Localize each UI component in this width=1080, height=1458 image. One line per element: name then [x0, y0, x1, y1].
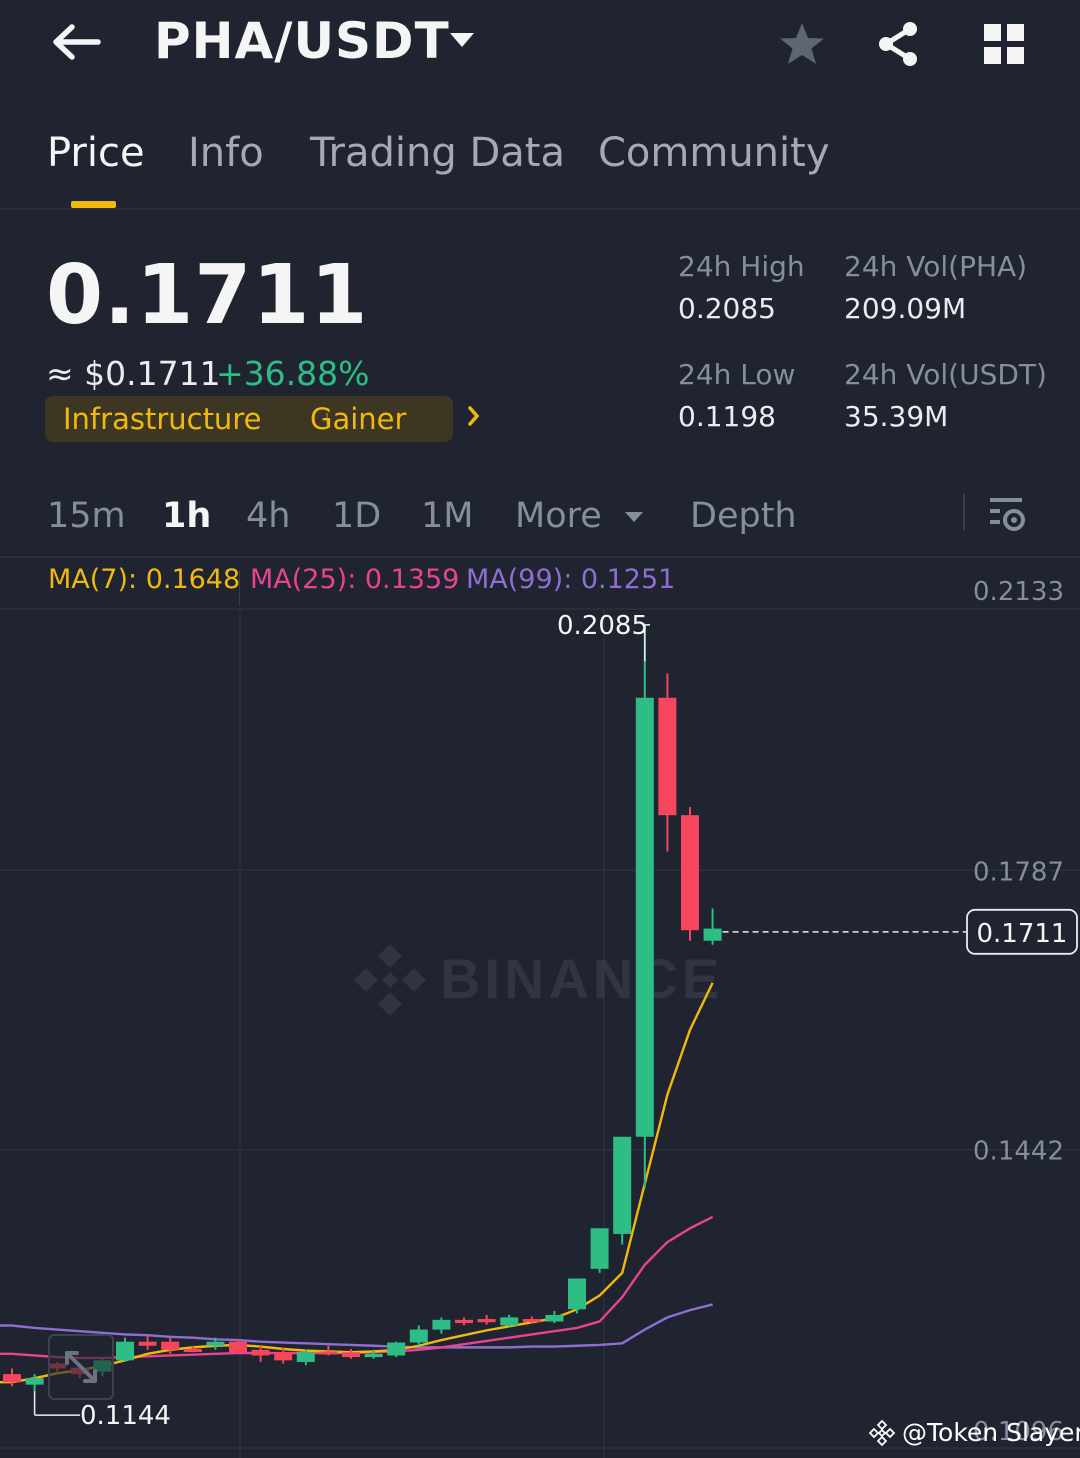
candle-body: [613, 1136, 632, 1234]
candle-body: [681, 815, 699, 931]
back-arrow-icon[interactable]: [46, 16, 106, 68]
y-tick-label: 0.1442: [973, 1137, 1064, 1167]
chevron-right-icon[interactable]: [466, 403, 482, 436]
high-marker-label: 0.2085: [557, 611, 648, 641]
usd-price: ≈ $0.1711: [46, 354, 221, 393]
low-marker-label: 0.1144: [80, 1401, 171, 1431]
candle-body: [364, 1353, 383, 1358]
candle-body: [319, 1351, 338, 1355]
candle-body: [161, 1341, 180, 1350]
vol-quote-value: 35.39M: [844, 400, 949, 433]
tab-price[interactable]: Price: [47, 130, 145, 176]
high-value: 0.2085: [678, 292, 776, 325]
candle-body: [229, 1341, 247, 1353]
candle-body: [455, 1319, 473, 1324]
candle-body: [477, 1319, 496, 1323]
more-intervals-button[interactable]: More: [515, 496, 645, 536]
ma-divider: [239, 570, 240, 606]
candle-body: [500, 1317, 519, 1326]
interval-divider: [963, 494, 965, 530]
chart-settings-icon[interactable]: [986, 492, 1030, 536]
candle-body: [568, 1278, 586, 1310]
low-value: 0.1198: [678, 400, 776, 433]
tab-trading-data[interactable]: Trading Data: [310, 130, 565, 176]
candle-body: [432, 1319, 451, 1330]
candle-body: [25, 1378, 44, 1385]
credit-text: @Token Slayer: [902, 1418, 1080, 1447]
depth-tab[interactable]: Depth: [690, 496, 797, 536]
candle-body: [703, 928, 722, 941]
vol-base-label: 24h Vol(PHA): [844, 250, 1028, 283]
candle-body: [3, 1374, 21, 1383]
last-price: 0.1711: [46, 248, 369, 343]
star-icon[interactable]: [776, 18, 828, 70]
tab-info[interactable]: Info: [188, 130, 264, 176]
ma-legend: MA(7): 0.1648 MA(25): 0.1359 MA(99): 0.1…: [0, 560, 1080, 608]
tab-community[interactable]: Community: [598, 130, 830, 176]
binance-watermark: BINANCE: [354, 944, 723, 1016]
pair-title[interactable]: PHA/USDT: [154, 12, 450, 70]
ma7-line: [0, 982, 714, 1384]
candle-body: [296, 1352, 315, 1362]
tab-bar: Price Info Trading Data Community: [0, 110, 1080, 210]
caret-down-icon[interactable]: [448, 30, 476, 54]
candle-body: [116, 1341, 134, 1361]
share-icon[interactable]: [872, 18, 924, 70]
candle-body: [342, 1352, 360, 1358]
vol-quote-label: 24h Vol(USDT): [844, 358, 1047, 391]
high-label: 24h High: [678, 250, 805, 283]
interval-1d[interactable]: 1D: [332, 496, 381, 536]
ma25-label: MA(25): 0.1359: [250, 564, 460, 595]
vol-base-value: 209.09M: [844, 292, 967, 325]
ma99-label: MA(99): 0.1251: [466, 564, 676, 595]
candle-body: [635, 697, 654, 1137]
candle-body: [545, 1314, 564, 1322]
interval-15m[interactable]: 15m: [47, 496, 126, 536]
candle-body: [387, 1342, 406, 1356]
candle-body: [138, 1341, 157, 1346]
svg-text:BINANCE: BINANCE: [440, 947, 723, 1010]
grid-icon[interactable]: [978, 18, 1030, 70]
category-tags[interactable]: Infrastructure Gainer: [45, 396, 480, 442]
interval-1m[interactable]: 1M: [421, 496, 473, 536]
tag-gainer[interactable]: Gainer: [310, 402, 406, 436]
candlestick-chart[interactable]: 0.21330.17870.14420.1096 BINANCE 0.20850…: [0, 560, 1080, 1458]
candle-body: [251, 1349, 270, 1356]
candle-body: [409, 1329, 428, 1343]
credit-watermark: @Token Slayer: [868, 1418, 1080, 1447]
active-tab-indicator: [71, 201, 116, 208]
interval-4h[interactable]: 4h: [246, 496, 290, 536]
candle-body: [183, 1348, 202, 1352]
candle-body: [522, 1319, 541, 1323]
ma7-label: MA(7): 0.1648: [48, 564, 241, 595]
interval-1h[interactable]: 1h: [162, 496, 211, 536]
tag-infrastructure[interactable]: Infrastructure: [63, 402, 261, 436]
top-bar: PHA/USDT: [0, 0, 1080, 92]
last-price-label: 0.1711: [977, 919, 1068, 949]
more-label: More: [515, 496, 602, 536]
interval-bar: 15m 1h 4h 1D 1M More Depth: [0, 486, 1080, 558]
fullscreen-button[interactable]: [48, 1334, 114, 1400]
candle-body: [274, 1352, 293, 1361]
diamond-logo-icon: [868, 1419, 896, 1446]
price-change: +36.88%: [216, 354, 370, 393]
caret-down-icon: [624, 512, 643, 522]
candle-body: [590, 1228, 609, 1269]
expand-icon: [65, 1351, 97, 1383]
y-tick-label: 0.1787: [973, 857, 1064, 887]
low-label: 24h Low: [678, 358, 796, 391]
candle-body: [206, 1341, 225, 1346]
candle-body: [658, 697, 677, 816]
